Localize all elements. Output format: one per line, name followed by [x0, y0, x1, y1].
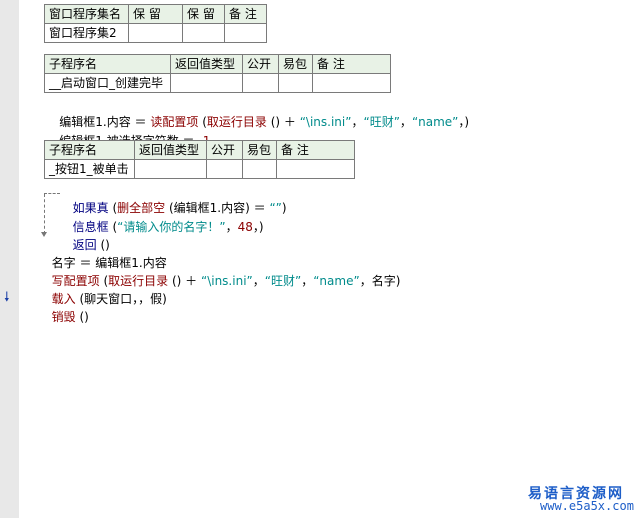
remark-cell[interactable]: [224, 23, 267, 43]
assembly-table-header: 窗口程序集名 保 留 保 留 备 注: [44, 4, 267, 24]
code-line[interactable]: 编辑框1.被选择字符数 ＝ -1: [44, 116, 210, 148]
code-line[interactable]: 写配置项 (取运行目录 () ＋ “\ins.ini”，“旺财”，“name”，…: [44, 256, 401, 288]
sub1-table: 子程序名 返回值类型 公开 易包 备 注 __启动窗口_创建完毕: [44, 54, 391, 93]
code-text: ，: [225, 220, 238, 234]
string-literal: “name”: [313, 274, 360, 288]
string-literal: “name”: [411, 115, 459, 129]
sub-name-cell[interactable]: _按钮1_被单击: [44, 159, 135, 179]
flow-arrow-icon: [41, 232, 47, 237]
code-text: (): [75, 310, 89, 324]
code-text: ，名字): [359, 274, 401, 288]
sub1-table-row[interactable]: __启动窗口_创建完毕: [44, 73, 391, 93]
string-literal: “请输入你的名字！”: [117, 220, 226, 234]
watermark-url: www.e5a5x.com: [540, 499, 634, 513]
header-cell: 子程序名: [44, 54, 171, 74]
code-text: (: [108, 220, 118, 234]
code-line[interactable]: 返回 (): [65, 220, 110, 252]
code-text: ，: [301, 274, 314, 288]
assembly-name-cell[interactable]: 窗口程序集2: [44, 23, 129, 43]
header-cell: 公开: [242, 54, 279, 74]
header-cell: 备 注: [312, 54, 391, 74]
header-cell: 保 留: [128, 4, 183, 24]
header-cell: 子程序名: [44, 140, 135, 160]
assembly-table-row[interactable]: 窗口程序集2: [44, 23, 267, 43]
public-cell[interactable]: [242, 73, 279, 93]
string-literal: “\ins.ini”: [299, 115, 352, 129]
code-text: ，: [399, 115, 412, 129]
assembly-table: 窗口程序集名 保 留 保 留 备 注 窗口程序集2: [44, 4, 267, 43]
sub2-table: 子程序名 返回值类型 公开 易包 备 注 _按钮1_被单击: [44, 140, 355, 179]
sub-name-cell[interactable]: __启动窗口_创建完毕: [44, 73, 171, 93]
code-text: () ＋: [168, 274, 201, 288]
string-literal: “旺财”: [264, 274, 302, 288]
function-name: 销毁: [51, 310, 76, 324]
epackage-cell[interactable]: [242, 159, 277, 179]
header-cell: 易包: [242, 140, 277, 160]
code-text: () ＋: [266, 115, 300, 129]
reserved-cell[interactable]: [182, 23, 225, 43]
header-cell: 公开: [206, 140, 243, 160]
code-line[interactable]: 销毁 (): [44, 292, 89, 324]
code-line[interactable]: 载入 (聊天窗口，，假): [44, 274, 167, 306]
return-type-cell[interactable]: [134, 159, 207, 179]
header-cell: 保 留: [182, 4, 225, 24]
public-cell[interactable]: [206, 159, 243, 179]
function-name: 取运行目录: [206, 115, 267, 129]
header-cell: 备 注: [276, 140, 355, 160]
header-cell: 返回值类型: [134, 140, 207, 160]
code-text: ，: [351, 115, 364, 129]
code-line[interactable]: 如果真 (删全部空 (编辑框1.内容) ＝ “”): [65, 183, 287, 215]
remark-cell[interactable]: [312, 73, 391, 93]
string-literal: “\ins.ini”: [200, 274, 253, 288]
header-cell: 备 注: [224, 4, 267, 24]
flow-line: [44, 194, 46, 234]
code-text: (聊天窗口，，假): [75, 292, 167, 306]
code-text: ，): [252, 220, 264, 234]
epackage-cell[interactable]: [278, 73, 313, 93]
header-cell: 返回值类型: [170, 54, 243, 74]
code-line[interactable]: 信息框 (“请输入你的名字！”，48，): [65, 202, 264, 234]
code-line[interactable]: 名字 ＝ 编辑框1.内容: [44, 238, 167, 270]
sub1-table-header: 子程序名 返回值类型 公开 易包 备 注: [44, 54, 391, 74]
sub2-table-row[interactable]: _按钮1_被单击: [44, 159, 355, 179]
current-line-arrow-icon: 🠗: [4, 290, 10, 305]
code-text: ，: [252, 274, 265, 288]
string-literal: “旺财”: [363, 115, 400, 129]
code-line[interactable]: 编辑框1.内容 ＝ 读配置项 (取运行目录 () ＋ “\ins.ini”，“旺…: [44, 97, 469, 129]
flow-line-top: [44, 193, 60, 195]
code-text: ): [281, 201, 287, 215]
header-cell: 窗口程序集名: [44, 4, 129, 24]
string-literal: “”: [269, 201, 282, 215]
sub2-table-header: 子程序名 返回值类型 公开 易包 备 注: [44, 140, 355, 160]
number-literal: 48: [237, 220, 253, 234]
reserved-cell[interactable]: [128, 23, 183, 43]
remark-cell[interactable]: [276, 159, 355, 179]
code-text: ，): [458, 115, 470, 129]
return-type-cell[interactable]: [170, 73, 243, 93]
header-cell: 易包: [278, 54, 313, 74]
line-gutter: [0, 0, 19, 518]
